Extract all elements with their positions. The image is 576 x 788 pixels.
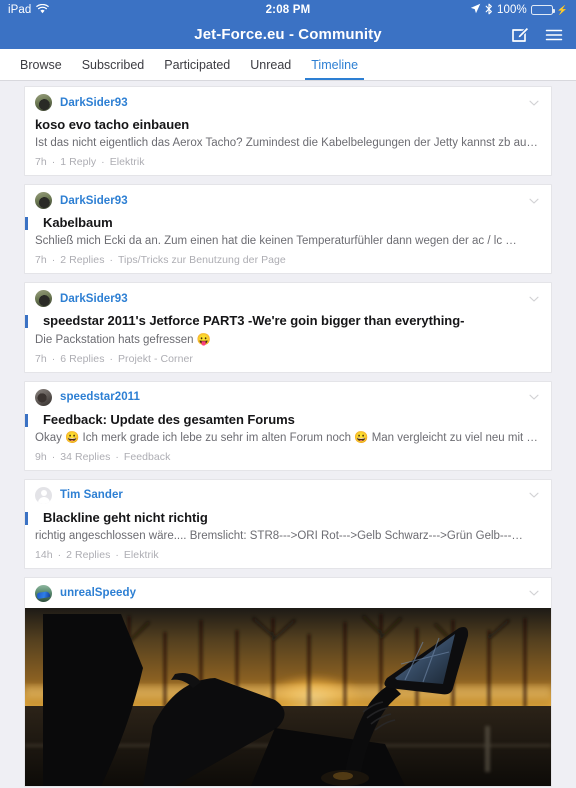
author-username[interactable]: DarkSider93 [60, 97, 128, 109]
thread-forum: Tips/Tricks zur Benutzung der Page [117, 254, 286, 267]
thread-forum: Elektrik [123, 548, 159, 561]
tab-browse[interactable]: Browse [10, 49, 72, 80]
card-body: Feedback: Update des gesamten Forums Okay… [25, 412, 551, 470]
card-body: koso evo tacho einbauen Ist das nicht eig… [25, 117, 551, 175]
thread-meta: 9h · 34 Replies · Feedback [35, 450, 171, 463]
card-body: Blackline geht nicht richtig richtig ange… [25, 510, 551, 568]
thread-meta: 7h · 1 Reply · Elektrik [35, 156, 145, 169]
thread-title[interactable]: koso evo tacho einbauen [35, 117, 541, 133]
thread-title[interactable]: speedstar 2011's Jetforce PART3 -We're g… [35, 313, 541, 329]
status-bar: iPad 2:08 PM 100% ⚡ [0, 0, 576, 20]
thread-replies: 2 Replies [60, 254, 105, 267]
bluetooth-icon [485, 3, 493, 18]
thread-forum: Feedback [123, 450, 171, 463]
thread-forum: Projekt - Corner [117, 352, 193, 365]
card-header: speedstar2011 [25, 382, 551, 412]
card-header: DarkSider93 [25, 185, 551, 215]
timeline-card[interactable]: unrealSpeedy [24, 576, 552, 787]
chevron-down-icon[interactable] [527, 292, 541, 306]
chevron-down-icon[interactable] [527, 586, 541, 600]
thread-title[interactable]: Blackline geht nicht richtig [35, 510, 541, 526]
tab-bar: Browse Subscribed Participated Unread Timeli… [0, 49, 576, 81]
thread-replies: 1 Reply [60, 156, 97, 169]
navbar-actions [510, 25, 564, 45]
chevron-down-icon[interactable] [527, 390, 541, 404]
unread-indicator [25, 217, 28, 231]
compose-icon[interactable] [510, 25, 530, 45]
thread-meta: 7h · 6 Replies · Projekt - Corner [35, 352, 193, 365]
card-header: Tim Sander [25, 480, 551, 510]
thread-replies: 2 Replies [66, 548, 111, 561]
lightning-bolt-icon: ⚡ [556, 4, 568, 15]
thread-replies: 34 Replies [60, 450, 111, 463]
card-body: speedstar 2011's Jetforce PART3 -We're g… [25, 313, 551, 371]
timeline-card[interactable]: DarkSider93 Kabelbaum Schließ mich Ecki da… [24, 184, 552, 275]
avatar-darksider93[interactable] [35, 290, 52, 308]
author-username[interactable]: DarkSider93 [60, 195, 128, 207]
thread-snippet: richtig angeschlossen wäre.... Bremslich… [35, 530, 523, 542]
thread-snippet: Schließ mich Ecki da an. Zum einen hat d… [35, 235, 517, 248]
avatar-unrealspeedy[interactable] [35, 584, 52, 602]
timeline-feed[interactable]: DarkSider93 koso evo tacho einbauen Ist da… [0, 81, 576, 788]
avatar-darksider93[interactable] [35, 192, 52, 210]
thread-time: 7h [35, 352, 47, 365]
tab-participated[interactable]: Participated [154, 49, 240, 80]
card-header: DarkSider93 [25, 87, 551, 117]
author-username[interactable]: unrealSpeedy [60, 587, 136, 599]
avatar-darksider93[interactable] [35, 94, 52, 111]
avatar-speedstar2011[interactable] [35, 388, 52, 406]
timeline-card[interactable]: speedstar2011 Feedback: Update des gesamt… [24, 380, 552, 471]
tab-timeline[interactable]: Timeline [301, 49, 368, 80]
thread-replies: 6 Replies [60, 352, 105, 365]
thread-snippet: Die Packstation hats gefressen 😛 [35, 333, 212, 346]
unread-indicator [25, 315, 28, 329]
navigation-bar: Jet-Force.eu - Community [0, 20, 576, 49]
unread-indicator [25, 413, 28, 427]
battery-full-icon [530, 5, 555, 15]
timeline-card[interactable]: DarkSider93 speedstar 2011's Jetforce PAR… [24, 282, 552, 373]
avatar-default-person[interactable] [35, 486, 52, 504]
battery-percent: 100% [496, 4, 527, 16]
card-header: DarkSider93 [25, 283, 551, 313]
thread-title[interactable]: Kabelbaum [35, 215, 541, 231]
author-username[interactable]: DarkSider93 [60, 293, 128, 305]
thread-title[interactable]: Feedback: Update des gesamten Forums [35, 412, 541, 428]
tab-subscribed[interactable]: Subscribed [72, 49, 155, 80]
chevron-down-icon[interactable] [527, 194, 541, 208]
thread-meta: 7h · 2 Replies · Tips/Tricks zur Benutzu… [35, 254, 286, 267]
thread-time: 7h [35, 254, 47, 267]
card-header: unrealSpeedy [25, 578, 551, 608]
thread-snippet: Ist das nicht eigentlich das Aerox Tacho… [35, 137, 541, 150]
timeline-card[interactable]: DarkSider93 koso evo tacho einbauen Ist da… [24, 86, 552, 177]
page-title: Jet-Force.eu - Community [194, 26, 382, 43]
chevron-down-icon[interactable] [527, 96, 541, 110]
post-photo[interactable] [25, 607, 551, 786]
thread-snippet: Okay 😀 Ich merk grade ich lebe zu sehr i… [35, 431, 541, 444]
author-username[interactable]: speedstar2011 [60, 391, 140, 403]
thread-time: 14h [35, 548, 53, 561]
status-bar-right: 100% ⚡ [470, 3, 568, 18]
location-arrow-icon [470, 3, 481, 17]
timeline-card[interactable]: Tim Sander Blackline geht nicht richtig ri… [24, 478, 552, 569]
thread-meta: 14h · 2 Replies · Elektrik [35, 548, 159, 561]
thread-time: 7h [35, 156, 47, 169]
tab-unread[interactable]: Unread [240, 49, 301, 80]
hamburger-menu-icon[interactable] [544, 25, 564, 45]
thread-forum: Elektrik [109, 156, 145, 169]
card-body: Kabelbaum Schließ mich Ecki da an. Zum ei… [25, 215, 551, 273]
thread-time: 9h [35, 450, 47, 463]
unread-indicator [25, 511, 28, 525]
chevron-down-icon[interactable] [527, 488, 541, 502]
author-username[interactable]: Tim Sander [60, 489, 123, 501]
